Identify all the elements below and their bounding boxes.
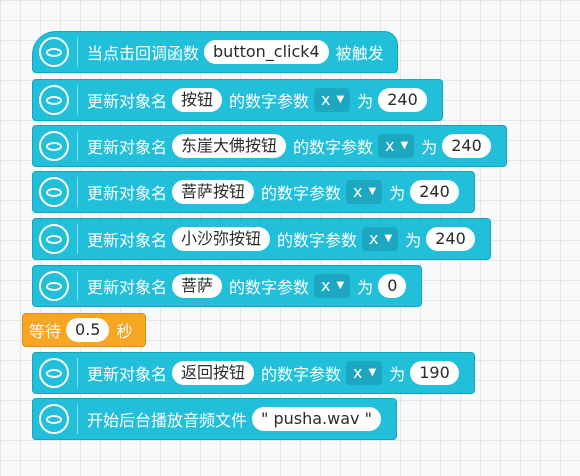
- value-input[interactable]: 菩萨按钮: [172, 180, 255, 204]
- block-label: 的数字参数: [261, 184, 342, 203]
- param-dropdown[interactable]: x ▼: [362, 227, 399, 251]
- value-input[interactable]: 240: [442, 134, 491, 158]
- dropdown-value: x: [321, 90, 331, 109]
- hat-block[interactable]: 当点击回调函数 button_click4 被触发: [32, 31, 398, 73]
- block-divider: [77, 131, 78, 161]
- block-label: 的数字参数: [229, 92, 310, 111]
- block-divider: [77, 271, 78, 301]
- value-input[interactable]: 240: [410, 180, 459, 204]
- caret-down-icon: ▼: [336, 280, 345, 291]
- value-input[interactable]: 0: [378, 274, 407, 298]
- value-input[interactable]: 菩萨: [172, 274, 223, 298]
- command-block[interactable]: 更新对象名 返回按钮 的数字参数 x ▼ 为 190: [32, 352, 475, 394]
- param-dropdown[interactable]: x ▼: [314, 88, 351, 112]
- block-label: 为: [357, 92, 374, 111]
- param-dropdown[interactable]: x ▼: [346, 361, 383, 385]
- value-input[interactable]: button_click4: [204, 40, 329, 64]
- block-label: 等待: [29, 322, 62, 341]
- broadcast-icon: [39, 358, 69, 388]
- block-divider: [77, 177, 78, 207]
- block-label: 更新对象名: [87, 278, 168, 297]
- param-dropdown[interactable]: x ▼: [314, 274, 351, 298]
- dropdown-value: x: [385, 136, 395, 155]
- block-label: 秒: [116, 322, 133, 341]
- value-input[interactable]: 按钮: [172, 88, 223, 112]
- value-input[interactable]: 240: [426, 227, 475, 251]
- block-label: 的数字参数: [229, 278, 310, 297]
- block-label: 当点击回调函数: [87, 44, 200, 63]
- dropdown-value: x: [369, 229, 379, 248]
- block-label: 的数字参数: [261, 365, 342, 384]
- dropdown-value: x: [353, 363, 363, 382]
- dropdown-value: x: [353, 182, 363, 201]
- block-label: 更新对象名: [87, 231, 168, 250]
- block-label: 开始后台播放音频文件: [87, 411, 248, 430]
- broadcast-icon: [39, 85, 69, 115]
- block-divider: [77, 358, 78, 388]
- block-label: 被触发: [335, 44, 384, 63]
- block-label: 更新对象名: [87, 92, 168, 111]
- caret-down-icon: ▼: [336, 94, 345, 105]
- param-dropdown[interactable]: x ▼: [378, 134, 415, 158]
- broadcast-icon: [39, 224, 69, 254]
- command-block[interactable]: 开始后台播放音频文件 " pusha.wav ": [32, 398, 397, 440]
- caret-down-icon: ▼: [368, 367, 377, 378]
- block-divider: [77, 37, 78, 67]
- command-block[interactable]: 更新对象名 菩萨 的数字参数 x ▼ 为 0: [32, 265, 423, 307]
- block-label: 为: [421, 138, 438, 157]
- value-input[interactable]: 小沙弥按钮: [172, 227, 271, 251]
- command-block[interactable]: 更新对象名 菩萨按钮 的数字参数 x ▼ 为 240: [32, 171, 475, 213]
- caret-down-icon: ▼: [384, 233, 393, 244]
- block-divider: [77, 404, 78, 434]
- broadcast-icon: [39, 271, 69, 301]
- caret-down-icon: ▼: [368, 186, 377, 197]
- block-label: 更新对象名: [87, 365, 168, 384]
- command-block[interactable]: 更新对象名 东崖大佛按钮 的数字参数 x ▼ 为 240: [32, 125, 507, 167]
- block-label: 更新对象名: [87, 184, 168, 203]
- command-block[interactable]: 更新对象名 小沙弥按钮 的数字参数 x ▼ 为 240: [32, 218, 491, 260]
- value-input[interactable]: 东崖大佛按钮: [172, 134, 287, 158]
- block-label: 更新对象名: [87, 138, 168, 157]
- value-input[interactable]: " pusha.wav ": [252, 407, 381, 431]
- block-label: 的数字参数: [293, 138, 374, 157]
- value-input[interactable]: 190: [410, 361, 459, 385]
- broadcast-icon: [39, 131, 69, 161]
- block-label: 为: [389, 365, 406, 384]
- broadcast-icon: [39, 177, 69, 207]
- block-divider: [77, 85, 78, 115]
- block-label: 为: [389, 184, 406, 203]
- block-label: 为: [357, 278, 374, 297]
- block-label: 的数字参数: [277, 231, 358, 250]
- block-label: 为: [405, 231, 422, 250]
- broadcast-icon: [39, 37, 69, 67]
- value-input[interactable]: 0.5: [66, 318, 110, 342]
- value-input[interactable]: 返回按钮: [172, 361, 255, 385]
- param-dropdown[interactable]: x ▼: [346, 180, 383, 204]
- command-block[interactable]: 更新对象名 按钮 的数字参数 x ▼ 为 240: [32, 79, 443, 121]
- wait-block[interactable]: 等待 0.5 秒: [22, 313, 147, 347]
- broadcast-icon: [39, 404, 69, 434]
- dropdown-value: x: [321, 276, 331, 295]
- caret-down-icon: ▼: [400, 140, 409, 151]
- block-divider: [77, 224, 78, 254]
- value-input[interactable]: 240: [378, 88, 427, 112]
